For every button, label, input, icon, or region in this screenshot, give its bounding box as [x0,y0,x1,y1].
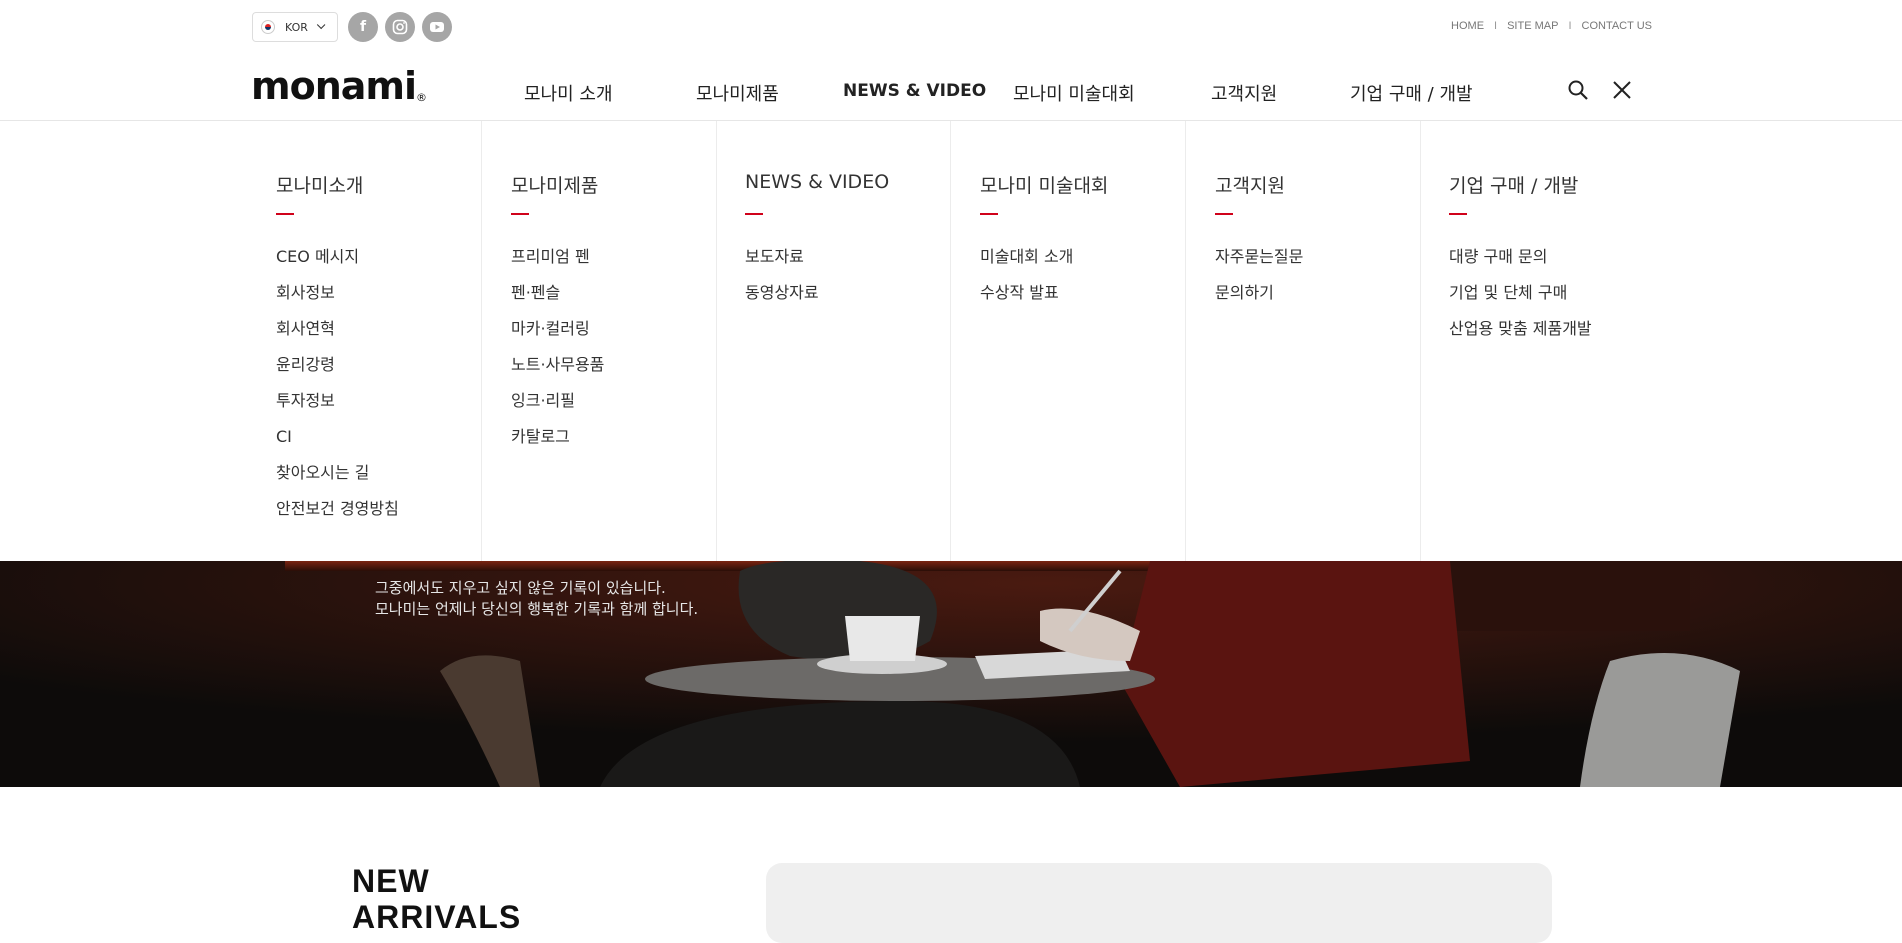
column-title[interactable]: 모나미소개 [276,171,363,198]
hero-line-1: 그중에서도 지우고 싶지 않은 기록이 있습니다. [375,579,666,597]
site-map-link[interactable]: SITE MAP [1507,20,1558,32]
menu-item[interactable]: CI [276,419,399,455]
menu-item[interactable]: 동영상자료 [745,275,819,311]
accent-bar [1215,213,1233,215]
hero-line-2: 모나미는 언제나 당신의 행복한 기록과 함께 합니다. [375,600,699,618]
top-links: HOME I SITE MAP I CONTACT US [1451,20,1652,32]
menu-item[interactable]: 기업 및 단체 구매 [1449,275,1592,311]
menu-item[interactable]: 마카·컬러링 [511,311,604,347]
column-list: 보도자료 동영상자료 [745,239,819,311]
search-icon[interactable] [1567,79,1589,101]
menu-item[interactable]: 카탈로그 [511,419,604,455]
mega-column-about: 모나미소개 CEO 메시지 회사정보 회사연혁 윤리강령 투자정보 CI 찾아오… [240,121,482,561]
korea-flag-icon [261,20,275,34]
chevron-down-icon [316,20,326,30]
menu-item[interactable]: 펜·펜슬 [511,275,604,311]
menu-item[interactable]: 투자정보 [276,383,399,419]
menu-item[interactable]: 회사정보 [276,275,399,311]
accent-bar [745,213,763,215]
hero-cafe-image [0,561,1902,787]
facebook-glyph: f [359,19,367,35]
close-icon[interactable] [1611,79,1633,101]
accent-bar [1449,213,1467,215]
hero-banner: 그중에서도 지우고 싶지 않은 기록이 있습니다. 모나미는 언제나 당신의 행… [0,561,1902,787]
column-title[interactable]: 모나미제품 [511,171,598,198]
title-line-2: ARRIVALS [352,899,522,935]
nav-item-corporate[interactable]: 기업 구매 / 개발 [1350,80,1473,106]
utility-bar: KOR f HOME I SITE MAP I CONTACT US [0,0,1902,54]
language-selector[interactable]: KOR [252,12,338,42]
nav-item-products[interactable]: 모나미제품 [696,80,779,106]
divider: I [1568,20,1572,32]
instagram-glyph [392,19,408,35]
menu-item[interactable]: 윤리강령 [276,347,399,383]
contact-us-link[interactable]: CONTACT US [1582,20,1653,32]
menu-item[interactable]: 찾아오시는 길 [276,455,399,491]
accent-bar [511,213,529,215]
menu-item[interactable]: 안전보건 경영방침 [276,491,399,527]
menu-item[interactable]: 프리미엄 펜 [511,239,604,275]
mega-column-art-contest: 모나미 미술대회 미술대회 소개 수상작 발표 [944,121,1186,561]
hero-copy: 그중에서도 지우고 싶지 않은 기록이 있습니다. 모나미는 언제나 당신의 행… [375,578,698,620]
nav-item-about[interactable]: 모나미 소개 [524,80,613,106]
menu-item[interactable]: 산업용 맞춤 제품개발 [1449,311,1592,347]
home-link[interactable]: HOME [1451,20,1484,32]
menu-item[interactable]: 자주묻는질문 [1215,239,1303,275]
instagram-icon[interactable] [385,12,415,42]
nav-item-support[interactable]: 고객지원 [1211,80,1277,106]
menu-item[interactable]: 보도자료 [745,239,819,275]
menu-item[interactable]: 회사연혁 [276,311,399,347]
logo-text: monami [251,64,417,108]
youtube-glyph [430,22,444,32]
menu-item[interactable]: 대량 구매 문의 [1449,239,1592,275]
column-list: 프리미엄 펜 펜·펜슬 마카·컬러링 노트·사무용품 잉크·리필 카탈로그 [511,239,604,455]
menu-item[interactable]: CEO 메시지 [276,239,399,275]
column-title[interactable]: 고객지원 [1215,171,1285,198]
youtube-icon[interactable] [422,12,452,42]
language-label: KOR [285,20,308,34]
mega-column-news: NEWS & VIDEO 보도자료 동영상자료 [709,121,951,561]
registered-mark: ® [416,91,427,104]
menu-item[interactable]: 노트·사무용품 [511,347,604,383]
nav-item-art-contest[interactable]: 모나미 미술대회 [1013,80,1135,106]
new-arrivals-title: NEW ARRIVALS [352,863,521,935]
title-line-1: NEW [352,863,430,899]
menu-item[interactable]: 미술대회 소개 [980,239,1073,275]
column-title[interactable]: NEWS & VIDEO [745,171,889,193]
divider: I [1494,20,1498,32]
column-list: 자주묻는질문 문의하기 [1215,239,1303,311]
column-list: CEO 메시지 회사정보 회사연혁 윤리강령 투자정보 CI 찾아오시는 길 안… [276,239,399,527]
mega-column-products: 모나미제품 프리미엄 펜 펜·펜슬 마카·컬러링 노트·사무용품 잉크·리필 카… [475,121,717,561]
mega-column-support: 고객지원 자주묻는질문 문의하기 [1179,121,1421,561]
nav-item-news-video[interactable]: NEWS & VIDEO [843,81,986,101]
main-navbar: monami® 모나미 소개 모나미제품 NEWS & VIDEO 모나미 미술… [0,54,1902,121]
menu-item[interactable]: 수상작 발표 [980,275,1073,311]
column-list: 미술대회 소개 수상작 발표 [980,239,1073,311]
column-title[interactable]: 기업 구매 / 개발 [1449,171,1578,198]
column-list: 대량 구매 문의 기업 및 단체 구매 산업용 맞춤 제품개발 [1449,239,1592,347]
mega-menu: 모나미소개 CEO 메시지 회사정보 회사연혁 윤리강령 투자정보 CI 찾아오… [0,121,1902,561]
column-title[interactable]: 모나미 미술대회 [980,171,1108,198]
facebook-icon[interactable]: f [348,12,378,42]
mega-column-corporate: 기업 구매 / 개발 대량 구매 문의 기업 및 단체 구매 산업용 맞춤 제품… [1413,121,1713,561]
product-card[interactable] [766,863,1552,943]
menu-item[interactable]: 잉크·리필 [511,383,604,419]
monami-logo[interactable]: monami® [251,64,427,108]
menu-item[interactable]: 문의하기 [1215,275,1303,311]
accent-bar [980,213,998,215]
accent-bar [276,213,294,215]
